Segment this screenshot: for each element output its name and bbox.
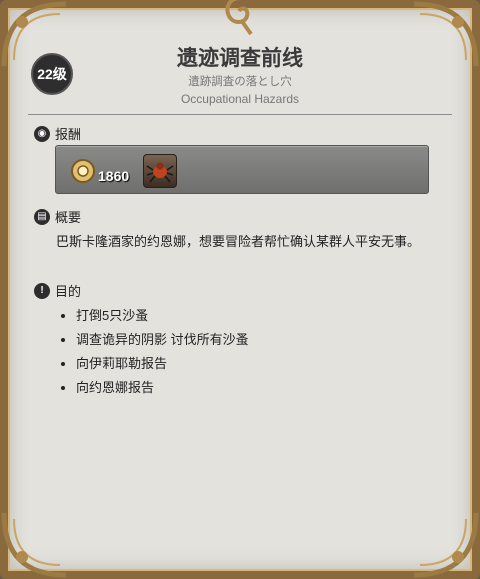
top-emblem-icon bbox=[225, 0, 253, 36]
gil-amount: 1860 bbox=[98, 168, 130, 184]
objective-item: 打倒5只沙蚤 bbox=[76, 304, 249, 328]
quest-subtitle-en: Occupational Hazards bbox=[180, 92, 300, 106]
objectives-heading: ! 目的 bbox=[34, 281, 81, 300]
quest-subtitle-jp: 遺跡調査の落とし穴 bbox=[188, 76, 292, 88]
reward-icon: ◉ bbox=[34, 125, 50, 142]
reward-heading-label: 报酬 bbox=[55, 127, 82, 142]
level-badge: 22级 bbox=[31, 53, 73, 95]
book-icon: ▤ bbox=[34, 208, 50, 225]
exclamation-icon: ! bbox=[34, 282, 50, 299]
quest-title: 遗迹调查前线 bbox=[177, 47, 303, 70]
objective-item: 向伊莉耶勒报告 bbox=[76, 352, 249, 376]
spider-item-icon[interactable] bbox=[143, 154, 177, 188]
objectives-heading-label: 目的 bbox=[55, 284, 82, 299]
objective-item: 调查诡异的阴影 讨伐所有沙蚤 bbox=[76, 328, 249, 352]
reward-heading: ◉ 报酬 bbox=[34, 124, 81, 143]
objectives-list: 打倒5只沙蚤 调查诡异的阴影 讨伐所有沙蚤 向伊莉耶勒报告 向约恩娜报告 bbox=[56, 304, 249, 400]
summary-text: 巴斯卡隆酒家的约恩娜，想要冒险者帮忙确认某群人平安无事。 bbox=[56, 234, 421, 249]
gil-coin-icon bbox=[71, 159, 95, 183]
summary-heading-label: 概要 bbox=[55, 210, 82, 225]
objective-item: 向约恩娜报告 bbox=[76, 376, 249, 400]
divider bbox=[28, 114, 452, 115]
summary-heading: ▤ 概要 bbox=[34, 207, 81, 226]
reward-box: 1860 bbox=[55, 145, 429, 194]
